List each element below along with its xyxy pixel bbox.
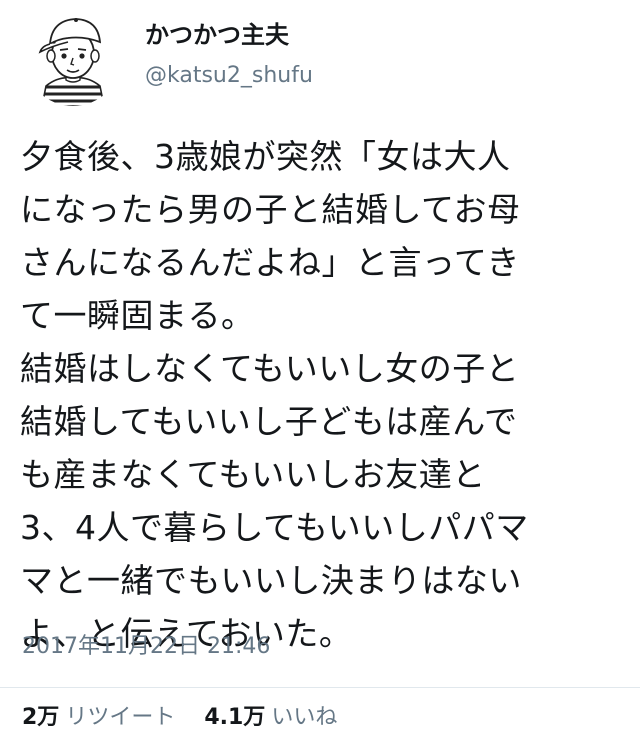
retweet-stat[interactable]: 2万 リツイート bbox=[22, 703, 175, 733]
tweet-text-line: になったら男の子と結婚してお母 bbox=[20, 190, 521, 229]
tweet-text-line: も産まなくてもいいしお友達と bbox=[20, 455, 486, 494]
tweet-text-line: て一瞬固まる。 bbox=[20, 296, 255, 335]
tweet-stats: 2万 リツイート 4.1万 いいね bbox=[22, 703, 359, 733]
tweet-text: 夕食後、3歳娘が突然「女は大人 になったら男の子と結婚してお母 さんになるんだよ… bbox=[20, 130, 630, 660]
stats-divider bbox=[0, 687, 640, 688]
tweet-text-line: 夕食後、3歳娘が突然「女は大人 bbox=[20, 137, 511, 176]
tweet-card: かつかつ主夫 @katsu2_shufu 夕食後、3歳娘が突然「女は大人 になっ… bbox=[0, 0, 640, 742]
tweet-timestamp[interactable]: 2017年11月22日 21:46 bbox=[22, 632, 270, 662]
tweet-text-line: 結婚してもいいし子どもは産んで bbox=[20, 402, 518, 441]
tweet-text-line: 3、4人で暮らしてもいいしパパマ bbox=[20, 508, 529, 547]
tweet-text-line: さんになるんだよね」と言ってき bbox=[20, 243, 520, 282]
tweet-text-line: 結婚はしなくてもいいし女の子と bbox=[20, 349, 520, 388]
cartoon-man-avatar-icon[interactable] bbox=[24, 8, 122, 106]
retweet-label: リツイート bbox=[65, 705, 176, 730]
retweet-count: 2万 bbox=[22, 705, 60, 730]
author-handle[interactable]: @katsu2_shufu bbox=[145, 62, 313, 90]
author-names: かつかつ主夫 @katsu2_shufu bbox=[145, 20, 313, 90]
tweet-text-line: マと一緒でもいいし決まりはない bbox=[20, 561, 522, 600]
author-display-name[interactable]: かつかつ主夫 bbox=[145, 20, 313, 50]
tweet-header: かつかつ主夫 @katsu2_shufu bbox=[24, 8, 624, 108]
like-count: 4.1万 bbox=[204, 705, 266, 730]
like-stat[interactable]: 4.1万 いいね bbox=[204, 703, 337, 733]
like-label: いいね bbox=[271, 705, 338, 730]
